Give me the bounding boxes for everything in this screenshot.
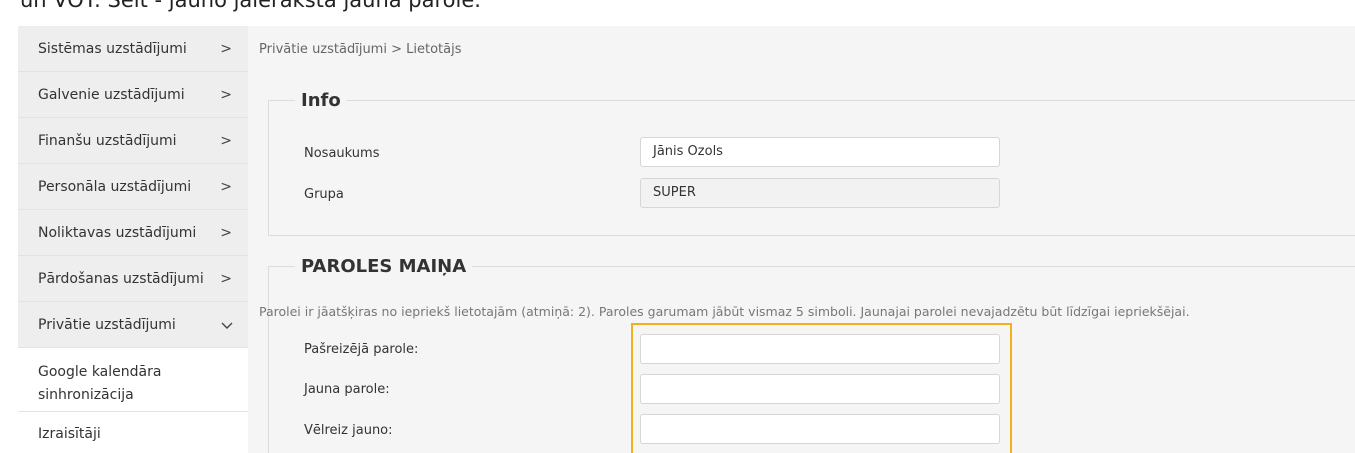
sidebar-item-label: Noliktavas uzstādījumi [38,224,197,241]
sidebar-subitem-triggers[interactable]: Izraisītāji [18,412,248,453]
chevron-right-icon: > [220,270,232,287]
sidebar-subitem-google-calendar-sync[interactable]: Google kalendāra sinhronizācija [18,348,248,412]
sidebar-item-sales-settings[interactable]: Pārdošanas uzstādījumi > [18,256,248,302]
group-label: Grupa [304,187,344,202]
sidebar-item-label: Finanšu uzstādījumi [38,132,177,149]
chevron-right-icon: > [220,40,232,57]
sidebar-item-label: Sistēmas uzstādījumi [38,40,187,57]
sidebar-item-private-settings[interactable]: Privātie uzstādījumi [18,302,248,348]
settings-sidebar: Sistēmas uzstādījumi > Galvenie uzstādīj… [18,26,248,453]
new-password-label: Jauna parole: [304,382,390,397]
sidebar-item-finance-settings[interactable]: Finanšu uzstādījumi > [18,118,248,164]
sidebar-item-personnel-settings[interactable]: Personāla uzstādījumi > [18,164,248,210]
sidebar-item-label: Personāla uzstādījumi [38,178,192,195]
repeat-password-label: Vēlreiz jauno: [304,423,393,438]
chevron-right-icon: > [220,224,232,241]
info-panel-title: Info [301,90,341,111]
chevron-right-icon: > [220,132,232,149]
sidebar-item-label: Privātie uzstādījumi [38,316,176,333]
password-panel-title: PAROLES MAIŅA [301,256,467,277]
name-field[interactable]: Jānis Ozols [640,137,1000,167]
breadcrumb: Privātie uzstādījumi > Lietotājs [259,42,462,57]
current-password-label: Pašreizējā parole: [304,342,419,357]
password-rules-hint: Parolei ir jāatšķiras no iepriekš lietot… [259,304,1190,319]
chevron-right-icon: > [220,86,232,103]
sidebar-item-system-settings[interactable]: Sistēmas uzstādījumi > [18,26,248,72]
name-label: Nosaukums [304,146,380,161]
sidebar-item-main-settings[interactable]: Galvenie uzstādījumi > [18,72,248,118]
password-fields-highlight [631,323,1012,453]
sidebar-item-label: Galvenie uzstādījumi [38,86,185,103]
chevron-down-icon [221,320,233,333]
sidebar-item-label: Pārdošanas uzstādījumi [38,270,204,287]
sidebar-item-warehouse-settings[interactable]: Noliktavas uzstādījumi > [18,210,248,256]
group-field: SUPER [640,178,1000,208]
caption-text: un VOT. Šeit - jauno jāieraksta jauna pa… [20,0,481,12]
chevron-right-icon: > [220,178,232,195]
